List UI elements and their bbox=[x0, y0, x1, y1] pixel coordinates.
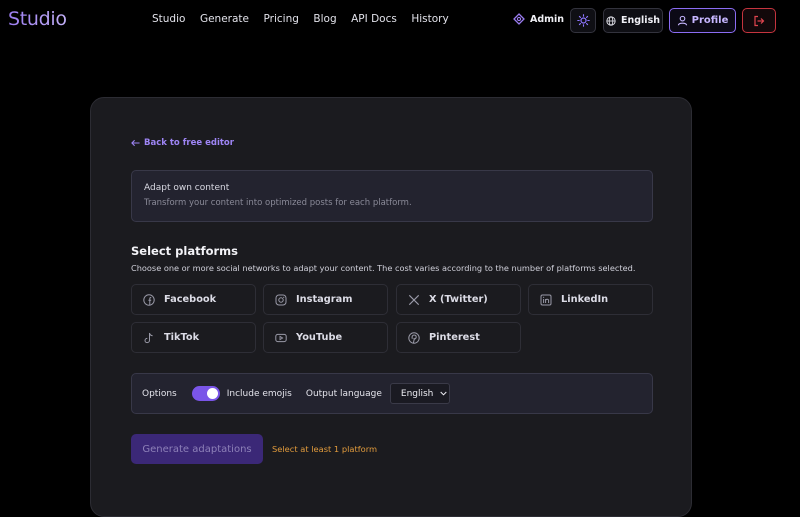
nav-pricing[interactable]: Pricing bbox=[264, 13, 299, 25]
info-box: Adapt own content Transform your content… bbox=[131, 170, 653, 222]
top-bar: Studio Studio Generate Pricing Blog API … bbox=[0, 0, 800, 42]
profile-label: Profile bbox=[691, 15, 729, 26]
chevron-down-icon bbox=[440, 391, 448, 396]
logo[interactable]: Studio bbox=[8, 8, 67, 30]
platform-label: LinkedIn bbox=[561, 294, 609, 305]
platform-linkedin[interactable]: LinkedIn bbox=[528, 284, 653, 315]
tiktok-icon bbox=[144, 332, 153, 343]
platform-x-twitter[interactable]: X (Twitter) bbox=[396, 284, 521, 315]
info-subtitle: Transform your content into optimized po… bbox=[144, 198, 412, 208]
profile-button[interactable]: Profile bbox=[669, 8, 736, 33]
adapt-content-card: Back to free editor Adapt own content Tr… bbox=[90, 97, 692, 517]
admin-label: Admin bbox=[530, 13, 565, 25]
output-language-label: Output language bbox=[305, 388, 382, 399]
sun-icon bbox=[576, 14, 590, 27]
section-title: Select platforms bbox=[131, 244, 238, 258]
generate-adaptations-button[interactable]: Generate adaptations bbox=[131, 434, 263, 464]
platform-label: Facebook bbox=[164, 294, 217, 305]
nav-generate[interactable]: Generate bbox=[200, 13, 249, 25]
instagram-icon bbox=[275, 294, 287, 305]
platform-label: Instagram bbox=[296, 294, 353, 305]
nav-studio[interactable]: Studio bbox=[152, 13, 185, 25]
nav-api-docs[interactable]: API Docs bbox=[351, 13, 397, 25]
language-label: English bbox=[621, 15, 660, 26]
pinterest-icon bbox=[408, 331, 420, 344]
options-bar: Options Include emojis Output language E… bbox=[131, 373, 653, 414]
globe-icon bbox=[606, 15, 616, 26]
arrow-left-icon bbox=[131, 139, 140, 147]
x-icon bbox=[408, 294, 420, 305]
admin-link[interactable]: Admin bbox=[513, 13, 564, 25]
logout-icon bbox=[754, 15, 765, 26]
platform-label: YouTube bbox=[296, 332, 343, 343]
youtube-icon bbox=[275, 333, 287, 342]
nav-blog[interactable]: Blog bbox=[313, 13, 336, 25]
back-to-editor-link[interactable]: Back to free editor bbox=[131, 138, 234, 148]
section-description: Choose one or more social networks to ad… bbox=[131, 263, 636, 273]
include-emojis-label: Include emojis bbox=[226, 388, 292, 399]
platform-label: X (Twitter) bbox=[429, 294, 488, 305]
platform-facebook[interactable]: Facebook bbox=[131, 284, 256, 315]
platform-tiktok[interactable]: TikTok bbox=[131, 322, 256, 353]
info-title: Adapt own content bbox=[144, 183, 230, 193]
platform-pinterest[interactable]: Pinterest bbox=[396, 322, 521, 353]
back-label: Back to free editor bbox=[144, 138, 234, 148]
language-button[interactable]: English bbox=[603, 8, 663, 33]
nav-history[interactable]: History bbox=[411, 13, 448, 25]
options-label: Options bbox=[142, 388, 177, 399]
platform-label: TikTok bbox=[164, 332, 200, 343]
theme-toggle-button[interactable] bbox=[570, 8, 596, 33]
linkedin-icon bbox=[540, 294, 552, 305]
platform-label: Pinterest bbox=[429, 332, 480, 343]
output-language-value: English bbox=[400, 388, 434, 399]
user-icon bbox=[677, 15, 687, 26]
facebook-icon bbox=[143, 293, 155, 306]
platform-warning: Select at least 1 platform bbox=[272, 444, 378, 454]
logout-button[interactable] bbox=[742, 8, 776, 33]
platform-instagram[interactable]: Instagram bbox=[263, 284, 388, 315]
admin-icon bbox=[513, 13, 525, 25]
main-nav: Studio Generate Pricing Blog API Docs Hi… bbox=[152, 13, 463, 25]
include-emojis-toggle[interactable] bbox=[191, 386, 220, 401]
output-language-select[interactable]: English bbox=[389, 383, 450, 404]
platform-youtube[interactable]: YouTube bbox=[263, 322, 388, 353]
